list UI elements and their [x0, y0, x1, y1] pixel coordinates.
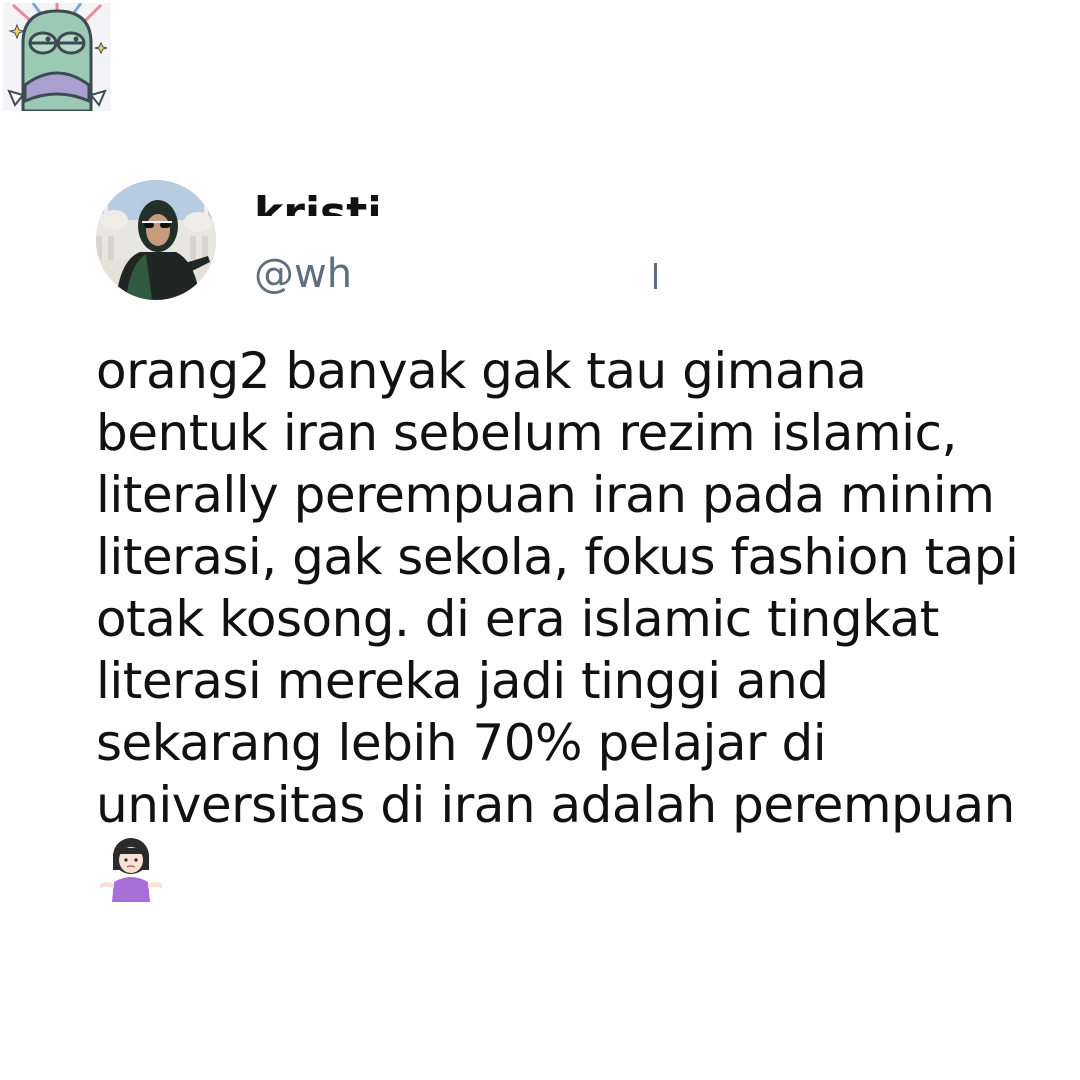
redaction-mask	[378, 180, 578, 220]
handle-container: @wh	[254, 244, 674, 304]
tweet-text: orang2 banyak gak tau gimana bentuk iran…	[96, 342, 1019, 834]
tweet-header: kristin @wh	[96, 180, 996, 304]
redaction-mask	[362, 244, 654, 304]
cartoon-fish-sticker-icon	[3, 2, 111, 113]
woman-shrugging-emoji-icon	[98, 836, 164, 902]
handle-fragment	[654, 263, 657, 289]
profile-photo-avatar[interactable]	[96, 180, 216, 300]
